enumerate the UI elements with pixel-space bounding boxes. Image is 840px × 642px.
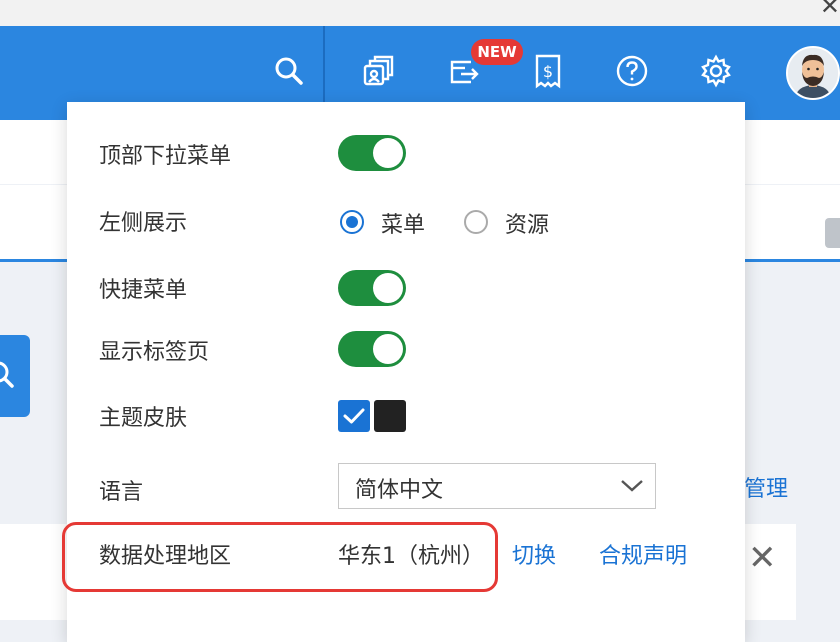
new-badge: NEW xyxy=(471,39,523,65)
quick-menu-label: 快捷菜单 xyxy=(99,278,188,303)
manage-link[interactable]: 管理 xyxy=(744,471,788,503)
avatar[interactable] xyxy=(786,46,840,100)
page-search-button[interactable] xyxy=(0,335,30,417)
show-tabs-toggle[interactable] xyxy=(338,331,406,367)
left-display-radio-menu[interactable] xyxy=(340,210,364,234)
window-close-icon[interactable]: ✕ xyxy=(820,0,840,18)
top-dropdown-menu-label: 顶部下拉菜单 xyxy=(99,144,232,169)
left-display-label: 左侧展示 xyxy=(99,211,188,236)
check-icon xyxy=(343,408,365,424)
switch-region-link[interactable]: 切换 xyxy=(512,538,556,570)
data-region-label: 数据处理地区 xyxy=(99,544,232,569)
left-display-option-menu[interactable]: 菜单 xyxy=(381,207,425,239)
svg-text:$: $ xyxy=(543,62,553,81)
theme-swatch-black[interactable] xyxy=(374,400,406,432)
notice-close-icon[interactable]: ✕ xyxy=(748,541,777,575)
compliance-statement-link[interactable]: 合规声明 xyxy=(599,538,687,570)
billing-icon[interactable]: $ xyxy=(528,51,568,91)
settings-dropdown-panel: 顶部下拉菜单 左侧展示 菜单 资源 快捷菜单 显示标签页 主题皮肤 语言 简体中… xyxy=(62,102,745,642)
theme-swatch-blue[interactable] xyxy=(338,400,370,432)
window-top-strip xyxy=(0,0,840,26)
cards-icon[interactable] xyxy=(358,51,398,91)
toggle-knob xyxy=(373,334,403,364)
data-region-value: 华东1（杭州） xyxy=(338,544,484,569)
language-select-value: 简体中文 xyxy=(355,478,444,503)
left-display-option-resource[interactable]: 资源 xyxy=(505,207,549,239)
top-dropdown-menu-toggle[interactable] xyxy=(338,135,406,171)
quick-menu-toggle[interactable] xyxy=(338,270,406,306)
language-select[interactable]: 简体中文 xyxy=(338,463,656,509)
search-icon[interactable] xyxy=(269,51,309,91)
language-label: 语言 xyxy=(99,480,144,505)
show-tabs-label: 显示标签页 xyxy=(99,340,210,365)
help-icon[interactable] xyxy=(612,51,652,91)
theme-skin-label: 主题皮肤 xyxy=(99,406,188,431)
left-display-radio-resource[interactable] xyxy=(464,210,488,234)
header-divider xyxy=(323,26,325,102)
toggle-knob xyxy=(373,273,403,303)
toggle-knob xyxy=(373,138,403,168)
gear-icon[interactable] xyxy=(696,51,736,91)
scroll-right-button[interactable] xyxy=(825,218,840,248)
chevron-down-icon xyxy=(619,476,645,500)
